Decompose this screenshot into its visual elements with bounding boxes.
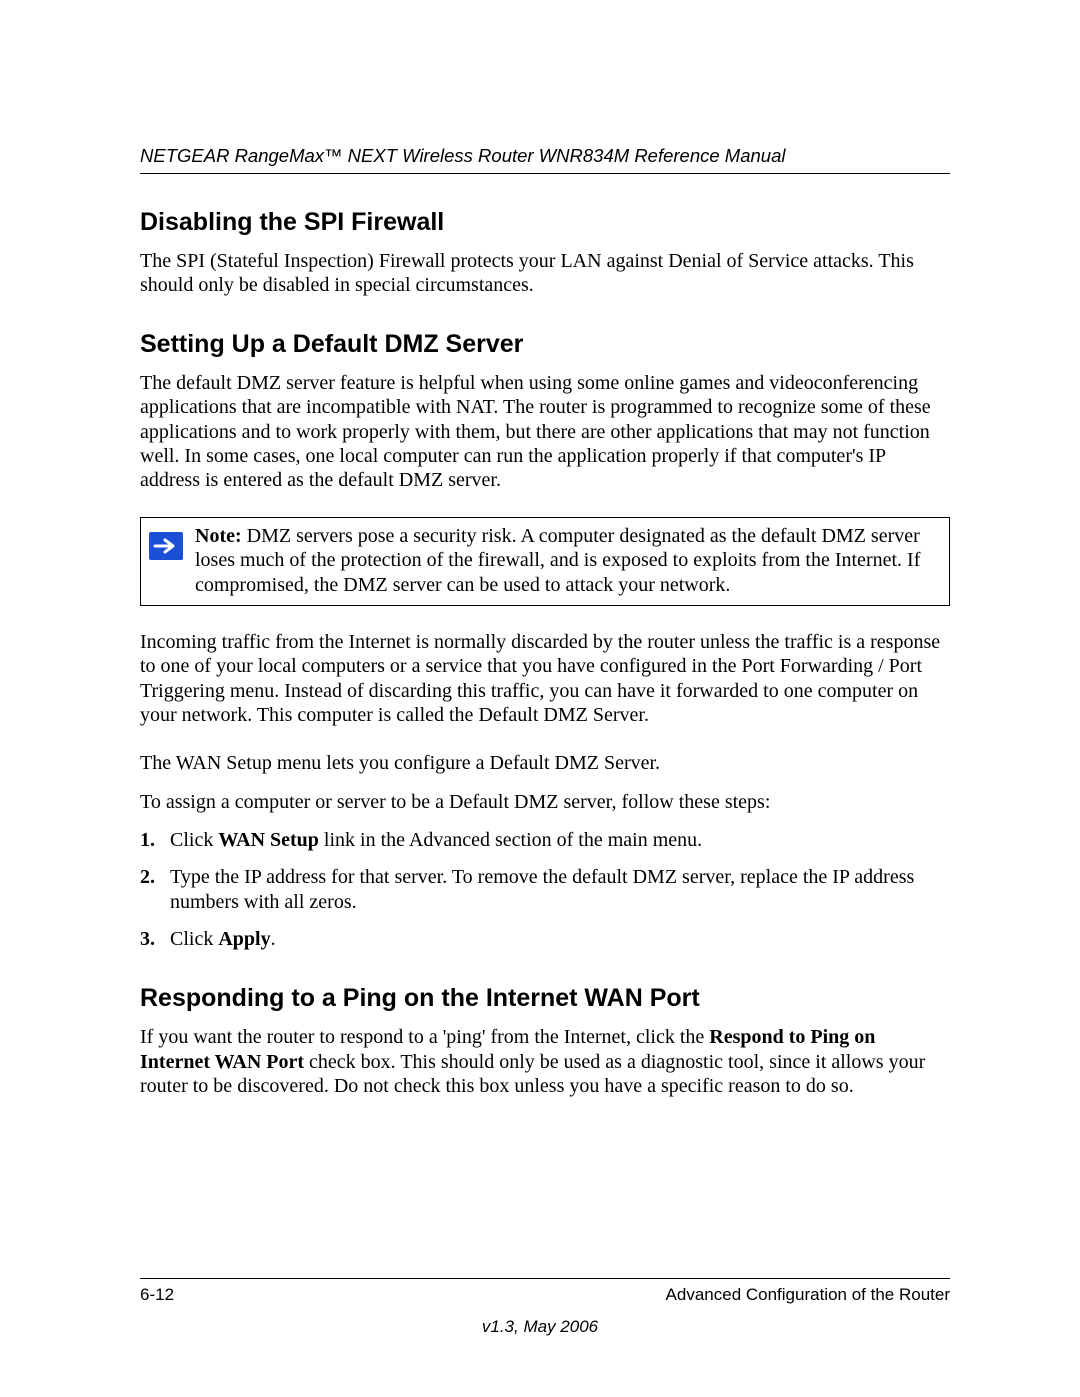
heading-responding-to-ping: Responding to a Ping on the Internet WAN… — [140, 984, 950, 1013]
step-item: Type the IP address for that server. To … — [140, 865, 950, 915]
step-item: Click WAN Setup link in the Advanced sec… — [140, 828, 950, 853]
paragraph-text: If you want the router to respond to a '… — [140, 1026, 709, 1048]
note-text: Note: DMZ servers pose a security risk. … — [191, 518, 949, 605]
paragraph: The WAN Setup menu lets you configure a … — [140, 751, 950, 775]
note-callout: Note: DMZ servers pose a security risk. … — [140, 517, 950, 606]
note-label: Note: — [195, 525, 242, 547]
page-footer: 6-12 Advanced Configuration of the Route… — [140, 1278, 950, 1305]
page-number: 6-12 — [140, 1285, 174, 1305]
heading-spi-firewall: Disabling the SPI Firewall — [140, 208, 950, 237]
steps-list: Click WAN Setup link in the Advanced sec… — [140, 828, 950, 952]
step-text: Type the IP address for that server. To … — [170, 866, 914, 913]
arrow-right-icon — [149, 532, 183, 560]
note-icon-cell — [141, 518, 191, 605]
heading-default-dmz-server: Setting Up a Default DMZ Server — [140, 330, 950, 359]
paragraph: Incoming traffic from the Internet is no… — [140, 630, 950, 728]
steps-intro: To assign a computer or server to be a D… — [140, 790, 950, 814]
note-body: DMZ servers pose a security risk. A comp… — [195, 525, 920, 596]
version-line: v1.3, May 2006 — [0, 1317, 1080, 1337]
step-text: link in the Advanced section of the main… — [319, 829, 702, 851]
step-text: . — [271, 928, 276, 950]
paragraph: If you want the router to respond to a '… — [140, 1025, 950, 1098]
ui-reference: WAN Setup — [218, 829, 319, 851]
paragraph: The SPI (Stateful Inspection) Firewall p… — [140, 249, 950, 298]
step-text: Click — [170, 829, 218, 851]
step-item: Click Apply. — [140, 927, 950, 952]
paragraph: The default DMZ server feature is helpfu… — [140, 371, 950, 493]
section-title: Advanced Configuration of the Router — [666, 1285, 950, 1305]
ui-reference: Apply — [218, 928, 270, 950]
running-header: NETGEAR RangeMax™ NEXT Wireless Router W… — [140, 145, 950, 174]
manual-page: NETGEAR RangeMax™ NEXT Wireless Router W… — [0, 0, 1080, 1397]
step-text: Click — [170, 928, 218, 950]
